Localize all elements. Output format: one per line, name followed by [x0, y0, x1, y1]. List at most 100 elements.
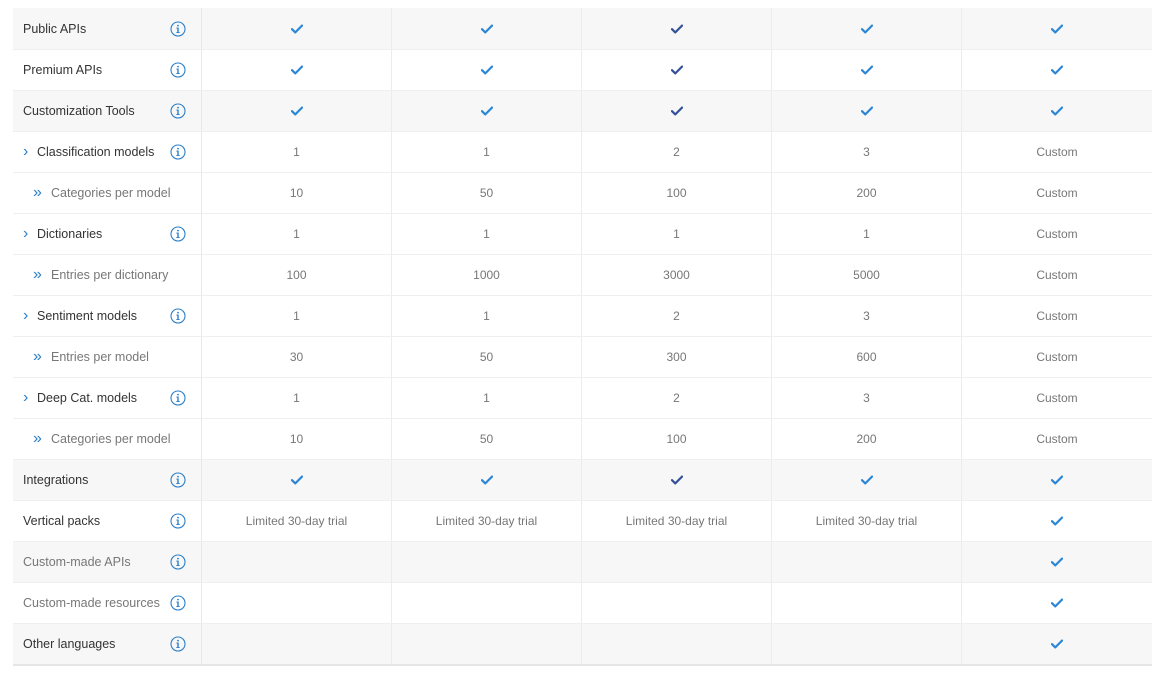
info-circle-icon[interactable]: [170, 226, 186, 242]
checkmark-icon: [1051, 475, 1063, 485]
row-label-cell[interactable]: › Dictionaries: [13, 214, 202, 254]
chevron-right-icon[interactable]: ›: [23, 226, 37, 242]
cell-value: Custom: [1036, 391, 1078, 405]
cell-value: 3: [863, 145, 870, 159]
info-circle-icon[interactable]: [170, 472, 186, 488]
cell-value: Limited 30-day trial: [625, 514, 728, 528]
info-circle-icon[interactable]: [170, 62, 186, 78]
table-row: » Categories per model 10 50 100 200 Custom: [13, 172, 1152, 213]
info-circle-icon[interactable]: [170, 554, 186, 570]
plan-cell: Custom: [962, 419, 1152, 459]
plan-cell: 200: [772, 419, 962, 459]
plan-cell: 10: [202, 419, 392, 459]
cell-value: 50: [479, 432, 494, 446]
row-label-cell: Custom-made resources: [13, 583, 202, 623]
info-circle-icon[interactable]: [170, 513, 186, 529]
row-label-cell: » Categories per model: [13, 173, 202, 213]
plan-cell: Limited 30-day trial: [772, 501, 962, 541]
chevron-right-icon[interactable]: ›: [23, 390, 37, 406]
checkmark-icon: [1051, 598, 1063, 608]
row-label-cell: Premium APIs: [13, 50, 202, 90]
row-label-cell: Other languages: [13, 624, 202, 664]
row-label: Deep Cat. models: [37, 391, 138, 405]
plan-cell: [772, 50, 962, 90]
plan-cell: [582, 460, 772, 500]
cell-value: 1: [483, 227, 490, 241]
double-chevron-right-icon: »: [33, 430, 42, 447]
cell-value: 10: [289, 432, 304, 446]
chevron-right-icon[interactable]: ›: [23, 144, 37, 160]
row-label: Entries per model: [51, 350, 149, 364]
plan-cell: [202, 8, 392, 49]
info-circle-icon[interactable]: [170, 103, 186, 119]
table-row: › Sentiment models 1 1 2 3 Custom: [13, 295, 1152, 336]
plan-cell: [962, 91, 1152, 131]
cell-value: Limited 30-day trial: [435, 514, 538, 528]
info-circle-icon[interactable]: [170, 595, 186, 611]
plan-cell: 50: [392, 173, 582, 213]
info-circle-icon[interactable]: [170, 308, 186, 324]
plan-cell: 1: [582, 214, 772, 254]
checkmark-icon: [670, 106, 683, 116]
cell-value: 1: [293, 309, 300, 323]
plan-cell: 1: [392, 378, 582, 418]
plan-cell: Custom: [962, 132, 1152, 172]
table-row: Other languages: [13, 623, 1152, 664]
row-label: Other languages: [23, 637, 116, 651]
cell-value: 1: [673, 227, 680, 241]
plan-cell: 1: [202, 378, 392, 418]
plan-cell: [962, 8, 1152, 49]
table-row: Custom-made resources: [13, 582, 1152, 623]
row-label: Categories per model: [51, 186, 171, 200]
plan-cell: [392, 91, 582, 131]
plan-cell: [772, 91, 962, 131]
checkmark-icon: [860, 24, 873, 33]
plan-cell: [962, 542, 1152, 582]
checkmark-icon: [290, 106, 303, 116]
row-label-cell: Integrations: [13, 460, 202, 500]
double-chevron-right-icon: »: [33, 348, 42, 365]
checkmark-icon: [480, 106, 493, 116]
checkmark-icon: [860, 106, 873, 116]
table-row: Integrations: [13, 459, 1152, 500]
plan-cell: [202, 91, 392, 131]
plan-cell: [582, 91, 772, 131]
plan-cell: [772, 583, 962, 623]
info-circle-icon[interactable]: [170, 20, 186, 37]
checkmark-icon: [860, 65, 873, 75]
plan-cell: [392, 583, 582, 623]
row-label-cell: » Categories per model: [13, 419, 202, 459]
info-circle-icon[interactable]: [170, 636, 186, 652]
cell-value: 300: [666, 350, 687, 364]
table-row: › Classification models 1 1 2 3 Custom: [13, 131, 1152, 172]
cell-value: Limited 30-day trial: [245, 514, 348, 528]
row-label-cell[interactable]: › Deep Cat. models: [13, 378, 202, 418]
plan-cell: [962, 460, 1152, 500]
table-row: Customization Tools: [13, 90, 1152, 131]
info-circle-icon[interactable]: [170, 144, 186, 160]
plan-cell: [582, 50, 772, 90]
plan-cell: 5000: [772, 255, 962, 295]
plan-cell: [582, 583, 772, 623]
plan-cell: 100: [202, 255, 392, 295]
plan-cell: [202, 583, 392, 623]
plan-cell: [392, 50, 582, 90]
info-circle-icon[interactable]: [170, 390, 186, 406]
plan-cell: [772, 8, 962, 49]
plan-cell: 1: [202, 296, 392, 336]
plan-cell: 3: [772, 132, 962, 172]
chevron-right-icon[interactable]: ›: [23, 308, 37, 324]
cell-value: 600: [856, 350, 877, 364]
plan-cell: [202, 50, 392, 90]
plan-cell: Custom: [962, 255, 1152, 295]
table-row: » Categories per model 10 50 100 200 Custom: [13, 418, 1152, 459]
row-label-cell[interactable]: › Sentiment models: [13, 296, 202, 336]
plan-cell: 1: [392, 214, 582, 254]
plan-cell: [772, 460, 962, 500]
cell-value: 1: [483, 145, 490, 159]
cell-value: Custom: [1036, 186, 1078, 200]
plan-cell: 1: [202, 132, 392, 172]
checkmark-icon: [1051, 516, 1063, 526]
row-label-cell[interactable]: › Classification models: [13, 132, 202, 172]
checkmark-icon: [670, 475, 683, 485]
